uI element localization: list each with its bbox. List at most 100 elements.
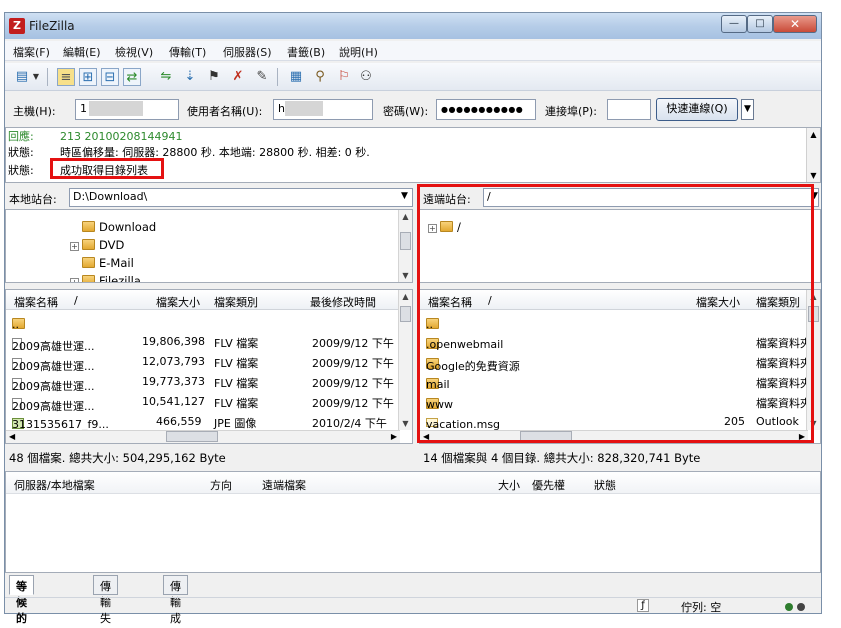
menu-bar: 檔案(F) 編輯(E) 檢視(V) 傳輸(T) 伺服器(S) 書籤(B) 說明(…: [5, 41, 821, 61]
tree-item[interactable]: Download: [82, 220, 156, 236]
file-size: 19,806,398: [142, 335, 205, 348]
column-remote-file[interactable]: 遠端檔案: [262, 477, 306, 493]
search-files-icon[interactable]: ⚇: [357, 68, 375, 86]
sync-browsing-icon[interactable]: ⚐: [335, 68, 353, 86]
file-type: FLV 檔案: [214, 357, 259, 370]
filezilla-window: Z FileZilla — □ ✕ 檔案(F) 編輯(E) 檢視(V) 傳輸(T…: [4, 12, 822, 625]
menu-server[interactable]: 伺服器(S): [223, 44, 272, 60]
quickconnect-history-dropdown[interactable]: ▼: [741, 99, 754, 120]
site-manager-dropdown-icon[interactable]: ▼: [31, 68, 41, 86]
menu-file[interactable]: 檔案(F): [13, 44, 50, 60]
password-input[interactable]: ●●●●●●●●●●●: [436, 99, 536, 120]
expand-icon[interactable]: +: [70, 278, 79, 282]
column-status[interactable]: 狀態: [594, 477, 616, 493]
queue-status-text: 佇列: 空: [681, 601, 722, 614]
local-tree-scrollbar[interactable]: ▲ ▼: [398, 210, 412, 282]
receive-led-icon: [785, 603, 793, 611]
scroll-right-icon[interactable]: ▶: [391, 432, 397, 441]
sort-indicator: /: [74, 294, 78, 307]
local-path-value: D:\Download\: [73, 190, 148, 203]
column-modified[interactable]: 最後修改時間: [310, 294, 376, 310]
local-site-label: 本地站台:: [9, 193, 57, 206]
send-led-icon: [797, 603, 805, 611]
scroll-thumb[interactable]: [400, 306, 411, 322]
scroll-down-icon[interactable]: ▼: [399, 271, 412, 280]
queue-header: 伺服器/本地檔案 方向 遠端檔案 大小 優先權 狀態: [6, 472, 820, 494]
tree-item[interactable]: + Filezilla: [70, 274, 141, 282]
toolbar-separator: [277, 68, 278, 86]
process-queue-icon[interactable]: ⇣: [181, 68, 199, 86]
tab-failed-transfers[interactable]: 傳輸失敗: [93, 575, 118, 625]
message-log[interactable]: 回應: 213 20100208144941 狀態: 時區偏移量: 伺服器: 288…: [5, 127, 821, 183]
file-modified: 2009/9/12 下午: [312, 397, 394, 410]
column-direction[interactable]: 方向: [210, 477, 232, 493]
menu-help[interactable]: 說明(H): [339, 44, 378, 60]
host-value: 1: [80, 102, 87, 115]
scroll-up-icon[interactable]: ▲: [399, 292, 412, 301]
toggle-local-tree-icon[interactable]: ⊞: [79, 68, 97, 86]
site-manager-icon[interactable]: ▤: [13, 68, 31, 86]
folder-icon: [82, 275, 95, 282]
quickconnect-button[interactable]: 快速連線(Q): [656, 98, 738, 121]
log-scrollbar[interactable]: ▲ ▼: [806, 128, 820, 182]
tree-item[interactable]: + DVD: [70, 238, 124, 254]
file-modified: 2009/9/12 下午: [312, 357, 394, 370]
column-size[interactable]: 大小: [498, 477, 520, 493]
scroll-down-icon[interactable]: ▼: [807, 171, 820, 180]
column-filename[interactable]: 檔案名稱: [14, 294, 58, 310]
close-button[interactable]: ✕: [773, 15, 817, 33]
tab-successful-transfers[interactable]: 傳輸成功: [163, 575, 188, 625]
cancel-icon[interactable]: ⚑: [205, 68, 223, 86]
scroll-down-icon[interactable]: ▼: [399, 419, 412, 428]
file-row[interactable]: 3131535617_f9... 466,559 JPE 圖像 2010/2/4…: [6, 412, 412, 432]
remote-panel-highlight-box: [417, 184, 814, 443]
scroll-thumb[interactable]: [166, 431, 218, 442]
port-input[interactable]: [607, 99, 651, 120]
scroll-up-icon[interactable]: ▲: [807, 130, 820, 139]
column-filetype[interactable]: 檔案類別: [214, 294, 258, 310]
maximize-button[interactable]: □: [747, 15, 773, 33]
toggle-log-icon[interactable]: ≡: [57, 68, 75, 86]
minimize-button[interactable]: —: [721, 15, 747, 33]
menu-edit[interactable]: 編輯(E): [63, 44, 101, 60]
local-status-text: 48 個檔案. 總共大小: 504,295,162 Byte: [9, 451, 226, 465]
local-files-hscrollbar[interactable]: ◀ ▶: [6, 430, 400, 443]
local-files-vscrollbar[interactable]: ▲ ▼: [398, 290, 412, 430]
toggle-remote-tree-icon[interactable]: ⊟: [101, 68, 119, 86]
compare-directories-icon[interactable]: ⚲: [311, 68, 329, 86]
scroll-up-icon[interactable]: ▲: [399, 212, 412, 221]
menu-transfer[interactable]: 傳輸(T): [169, 44, 206, 60]
local-path-input[interactable]: D:\Download\: [69, 188, 413, 207]
disconnect-icon[interactable]: ✗: [229, 68, 247, 86]
local-path-dropdown-icon[interactable]: ▼: [401, 191, 408, 201]
file-modified: 2009/9/12 下午: [312, 337, 394, 350]
file-row[interactable]: ..: [6, 312, 412, 332]
transfer-queue[interactable]: 伺服器/本地檔案 方向 遠端檔案 大小 優先權 狀態: [5, 471, 821, 573]
file-size: 12,073,793: [142, 355, 205, 368]
directory-listing-filters-icon[interactable]: ▦: [287, 68, 305, 86]
refresh-icon[interactable]: ⇋: [157, 68, 175, 86]
menu-bookmarks[interactable]: 書籤(B): [287, 44, 325, 60]
column-server-local-file[interactable]: 伺服器/本地檔案: [14, 477, 95, 493]
scroll-left-icon[interactable]: ◀: [9, 432, 15, 441]
menu-view[interactable]: 檢視(V): [115, 44, 153, 60]
local-file-list: 檔案名稱 / 檔案大小 檔案類別 最後修改時間 .. 2009高雄世運... 1…: [5, 289, 413, 444]
column-priority[interactable]: 優先權: [532, 477, 565, 493]
column-filesize[interactable]: 檔案大小: [156, 294, 200, 310]
tab-queued-files[interactable]: 等候的檔案: [9, 575, 34, 625]
reconnect-icon[interactable]: ✎: [253, 68, 271, 86]
tree-item-label: E-Mail: [99, 256, 134, 270]
scroll-thumb[interactable]: [400, 232, 411, 250]
file-row[interactable]: 2009高雄世運... 10,541,127 FLV 檔案 2009/9/12 …: [6, 392, 412, 413]
file-row[interactable]: 2009高雄世運... 19,773,373 FLV 檔案 2009/9/12 …: [6, 372, 412, 393]
toggle-queue-icon[interactable]: ⇄: [123, 68, 141, 86]
file-row[interactable]: 2009高雄世運... 12,073,793 FLV 檔案 2009/9/12 …: [6, 352, 412, 373]
tree-item-label: Download: [99, 220, 157, 234]
log-text: 213 20100208144941: [60, 130, 183, 143]
filter-icon[interactable]: ƒ: [637, 599, 649, 612]
port-label: 連接埠(P):: [545, 105, 597, 118]
expand-icon[interactable]: +: [70, 242, 79, 251]
tree-item[interactable]: E-Mail: [82, 256, 134, 272]
folder-icon: [82, 257, 95, 268]
file-row[interactable]: 2009高雄世運... 19,806,398 FLV 檔案 2009/9/12 …: [6, 332, 412, 353]
